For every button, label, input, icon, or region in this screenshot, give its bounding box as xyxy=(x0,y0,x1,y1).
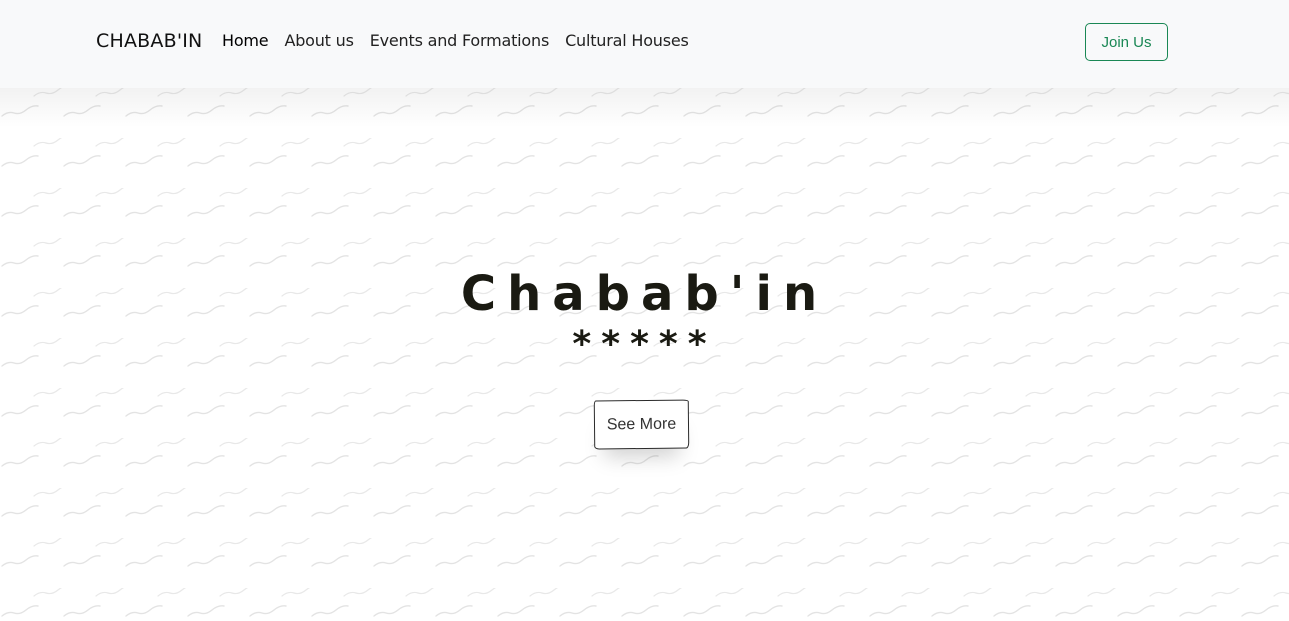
hero-section: Chabab'in ***** See More xyxy=(0,88,1289,621)
navbar-shadow xyxy=(0,88,1289,128)
join-us-button[interactable]: Join Us xyxy=(1085,23,1168,61)
nav-link-about-us[interactable]: About us xyxy=(284,31,353,50)
navbar: CHABAB'IN Home About us Events and Forma… xyxy=(0,0,1289,88)
hero-stars-decoration: ***** xyxy=(572,324,717,365)
nav-link-events-and-formations[interactable]: Events and Formations xyxy=(370,31,550,50)
brand-logo[interactable]: CHABAB'IN xyxy=(96,30,202,52)
hero-title: Chabab'in xyxy=(460,266,829,322)
nav-link-cultural-houses[interactable]: Cultural Houses xyxy=(565,31,689,50)
see-more-button[interactable]: See More xyxy=(593,399,690,450)
nav-links: Home About us Events and Formations Cult… xyxy=(222,31,689,50)
nav-link-home[interactable]: Home xyxy=(222,31,269,50)
